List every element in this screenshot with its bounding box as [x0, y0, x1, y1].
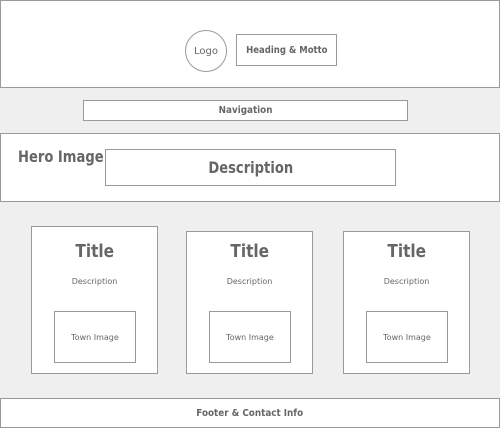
hero-description-box: Description	[105, 149, 396, 186]
card-1: Title Description Town Image	[31, 226, 158, 374]
card-description: Description	[226, 277, 273, 286]
town-image-placeholder: Town Image	[209, 311, 291, 363]
card-title-text: Title	[230, 241, 269, 262]
card-2: Title Description Town Image	[186, 231, 313, 374]
town-image-label: Town Image	[383, 332, 431, 342]
card-title: Title	[32, 241, 157, 262]
card-title-text: Title	[387, 241, 426, 262]
heading-motto-label: Heading & Motto	[245, 44, 328, 56]
navigation-bar: Navigation	[83, 100, 408, 121]
heading-motto-box: Heading & Motto	[236, 34, 337, 66]
logo-placeholder: Logo	[185, 30, 227, 72]
footer-label: Footer & Contact Info	[196, 407, 304, 419]
hero-image-label: Hero Image	[18, 147, 104, 166]
footer-section: Footer & Contact Info	[0, 398, 500, 428]
town-image-label: Town Image	[226, 332, 274, 342]
card-title: Title	[344, 241, 469, 262]
town-image-placeholder: Town Image	[366, 311, 448, 363]
card-title-text: Title	[75, 241, 114, 262]
navigation-label: Navigation	[218, 105, 273, 116]
hero-description-label: Description	[208, 158, 293, 177]
card-description: Description	[71, 277, 118, 286]
town-image-label: Town Image	[71, 332, 119, 342]
card-description: Description	[383, 277, 430, 286]
card-title: Title	[187, 241, 312, 262]
logo-label: Logo	[194, 45, 218, 57]
town-image-placeholder: Town Image	[54, 311, 136, 363]
card-3: Title Description Town Image	[343, 231, 470, 374]
